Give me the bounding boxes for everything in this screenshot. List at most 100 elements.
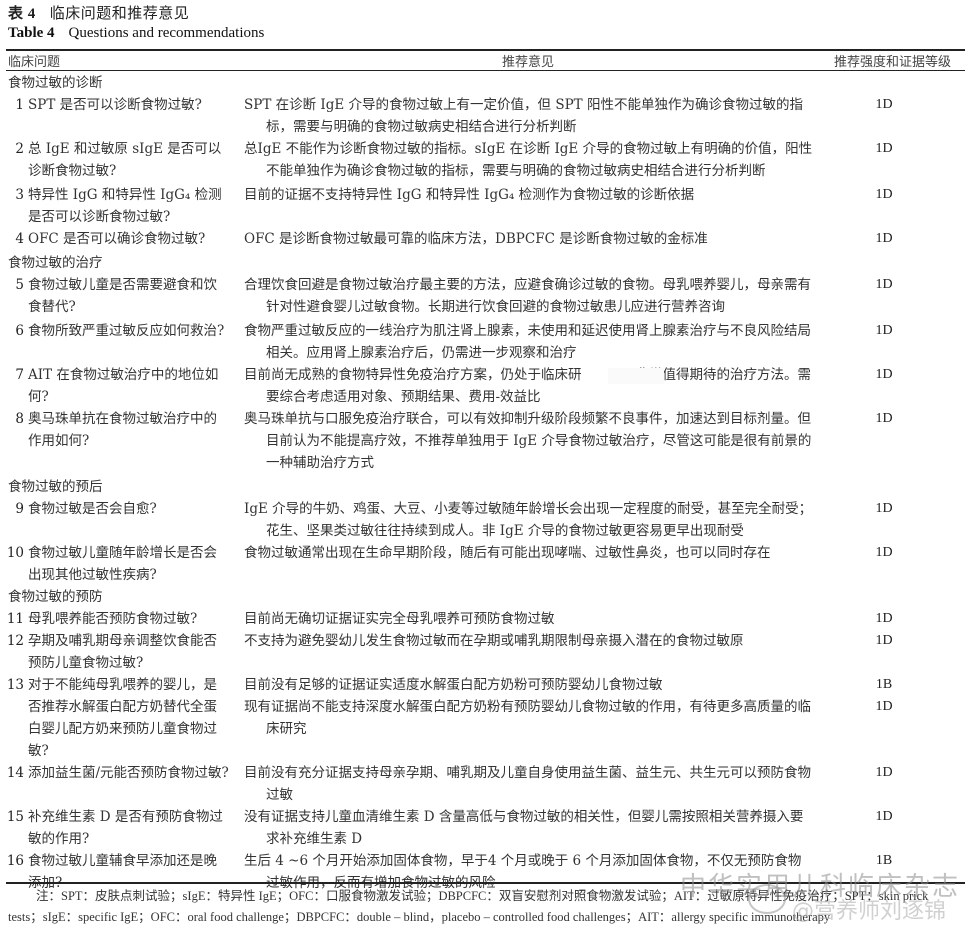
- question-text: 添加益生菌/元能否预防食物过敏?: [28, 765, 229, 781]
- section-title: 食物过敏的诊断: [8, 75, 103, 91]
- grade-value: 1B: [875, 677, 893, 692]
- question-number: 15: [6, 809, 24, 825]
- question-text: 对于不能纯母乳喂养的婴儿，是否推荐水解蛋白配方奶替代全蛋白婴儿配方奶来预防儿童食…: [28, 677, 217, 759]
- header-recommendation: 推荐意见: [502, 55, 555, 70]
- table-row: 11 母乳喂养能否预防食物过敏? 目前尚无确切证据证实完全母乳喂养可预防食物过敏 1D: [0, 608, 969, 630]
- grade-cell: 1D: [864, 94, 904, 138]
- table-row: 12 孕期及哺乳期母亲调整饮食能否预防儿童食物过敏? 不支持为避免婴幼儿发生食物过敏…: [0, 630, 969, 674]
- grade-cell: 1D: [864, 806, 904, 850]
- note-line-en: tests；sIgE：specific IgE；OFC：oral food ch…: [8, 910, 831, 924]
- question-number: 4: [15, 231, 24, 247]
- question-number: 8: [15, 411, 24, 427]
- table-title-cn: 表 4 临床问题和推荐意见: [8, 2, 189, 23]
- section-title: 食物过敏的治疗: [8, 255, 103, 271]
- grade-value: 1D: [875, 97, 893, 112]
- grade-cell: 1D: [864, 320, 904, 364]
- question-number: 5: [15, 277, 24, 293]
- grade-value: 1D: [875, 765, 893, 780]
- table-row: 1 SPT 是否可以诊断食物过敏? SPT 在诊断 IgE 介导的食物过敏上有一定价…: [0, 94, 969, 138]
- recommendation-cell: 总IgE 不能作为诊断食物过敏的指标。sIgE 在诊断 IgE 介导的食物过敏上…: [236, 138, 814, 184]
- recommendation-cell: 食物过敏通常出现在生命早期阶段，随后有可能出现哮喘、过敏性鼻炎，也可以同时存在: [236, 542, 814, 586]
- recommendation-text: 奥马珠单抗与口服免疫治疗联合，可以有效抑制升级阶段频繁不良事件，加速达到目标剂量…: [244, 411, 812, 471]
- question-text: 食物过敏儿童随年龄增长是否会出现其他过敏性疾病?: [28, 545, 217, 583]
- recommendations-table: 食物过敏的诊断 1 SPT 是否可以诊断食物过敏? SPT 在诊断 IgE 介导的食物…: [0, 72, 969, 894]
- question-number: 1: [15, 97, 24, 113]
- question-cell: 10 食物过敏儿童随年龄增长是否会出现其他过敏性疾病?: [0, 542, 236, 586]
- question-number: 12: [6, 633, 24, 649]
- redacted-area: [608, 368, 664, 384]
- question-cell: 12 孕期及哺乳期母亲调整饮食能否预防儿童食物过敏?: [0, 630, 236, 674]
- question-text: 特异性 IgG 和特异性 IgG₄ 检测是否可以诊断食物过敏?: [28, 187, 222, 225]
- recommendation-cell: 目前没有足够的证据证实适度水解蛋白配方奶粉可预防婴幼儿食物过敏 现有证据尚不能支持…: [236, 674, 814, 762]
- weibo-logo-icon: [748, 884, 786, 914]
- question-text: 奥马珠单抗在食物过敏治疗中的作用如何?: [28, 411, 217, 449]
- recommendation-cell: 不支持为避免婴幼儿发生食物过敏而在孕期或哺乳期限制母亲摄入潜在的食物过敏原: [236, 630, 814, 674]
- grade-cell: 1D: [864, 228, 904, 252]
- note-line-cn: 注：SPT：皮肤点刺试验；sIgE：特异性 IgE；OFC：口服食物激发试验；D…: [36, 889, 929, 903]
- question-cell: 8 奥马珠单抗在食物过敏治疗中的作用如何?: [0, 408, 236, 476]
- recommendation-cell: 目前尚无成熟的食物特异性免疫治疗方案，仍处于临床研 非常值得期待的治疗方法。需要…: [236, 364, 814, 408]
- table-row: 14 添加益生菌/元能否预防食物过敏? 目前没有充分证据支持母亲孕期、哺乳期及儿童自…: [0, 762, 969, 806]
- question-cell: 9 食物过敏是否会自愈?: [0, 498, 236, 542]
- question-cell: 5 食物过敏儿童是否需要避食和饮食替代?: [0, 274, 236, 320]
- question-text: 食物过敏是否会自愈?: [28, 501, 157, 517]
- table-row: 3 特异性 IgG 和特异性 IgG₄ 检测是否可以诊断食物过敏? 目前的证据不支持…: [0, 184, 969, 228]
- table-title-cn-text: 临床问题和推荐意见: [49, 4, 190, 22]
- question-number: 2: [15, 141, 24, 157]
- grade-value: 1D: [875, 231, 893, 246]
- question-text: 孕期及哺乳期母亲调整饮食能否预防儿童食物过敏?: [28, 633, 217, 671]
- question-text: 补充维生素 D 是否有预防食物过敏的作用?: [28, 809, 223, 847]
- question-cell: 2总 IgE 和过敏原 sIgE 是否可以诊断食物过敏?: [0, 138, 236, 184]
- recommendation-cell: 目前没有充分证据支持母亲孕期、哺乳期及儿童自身使用益生菌、益生元、共生元可以预防…: [236, 762, 814, 806]
- section-title: 食物过敏的预防: [8, 589, 103, 605]
- recommendation-text: 合理饮食回避是食物过敏治疗最主要的方法，应避食确诊过敏的食物。母乳喂养婴儿，母亲…: [244, 277, 811, 315]
- recommendation-text: 总IgE 不能作为诊断食物过敏的指标。sIgE 在诊断 IgE 介导的食物过敏上…: [244, 141, 813, 179]
- recommendation-text: 目前尚无确切证据证实完全母乳喂养可预防食物过敏: [244, 611, 555, 627]
- grade-value: 1D: [875, 699, 893, 714]
- table-row: 8 奥马珠单抗在食物过敏治疗中的作用如何? 奥马珠单抗与口服免疫治疗联合，可以有效抑…: [0, 408, 969, 476]
- grade-value: 1D: [875, 187, 893, 202]
- question-cell: 15 补充维生素 D 是否有预防食物过敏的作用?: [0, 806, 236, 850]
- recommendation-text: 没有证据支持儿童血清维生素 D 含量高低与食物过敏的相关性，但婴儿需按照相关营养…: [244, 809, 804, 847]
- grade-cell: 1D: [864, 138, 904, 184]
- question-text: 食物所致严重过敏反应如何救治?: [28, 323, 225, 339]
- question-number: 14: [6, 765, 24, 781]
- grade-cell: 1D: [864, 762, 904, 806]
- table-row: 7 AIT 在食物过敏治疗中的地位如何? 目前尚无成熟的食物特异性免疫治疗方案，仍处…: [0, 364, 969, 408]
- recommendation-cell: 食物严重过敏反应的一线治疗为肌注肾上腺素，未使用和延迟使用肾上腺素治疗与不良风险…: [236, 320, 814, 364]
- recommendation-text: 目前尚无成熟的食物特异性免疫治疗方案，仍处于临床研 非常值得期待的治疗方法。需要…: [244, 367, 811, 405]
- question-cell: 6 食物所致严重过敏反应如何救治?: [0, 320, 236, 364]
- grade-value: 1D: [875, 501, 893, 516]
- table-row: 9 食物过敏是否会自愈? IgE 介导的牛奶、鸡蛋、大豆、小麦等过敏随年龄增长会出现…: [0, 498, 969, 542]
- table-title-en: Table 4 Questions and recommendations: [8, 25, 264, 42]
- recommendation-cell: 目前尚无确切证据证实完全母乳喂养可预防食物过敏: [236, 608, 814, 630]
- recommendation-text: 目前没有充分证据支持母亲孕期、哺乳期及儿童自身使用益生菌、益生元、共生元可以预防…: [244, 765, 811, 803]
- question-cell: 14 添加益生菌/元能否预防食物过敏?: [0, 762, 236, 806]
- recommendation-text: 目前没有足够的证据证实适度水解蛋白配方奶粉可预防婴幼儿食物过敏: [244, 677, 663, 693]
- table-row: 13 对于不能纯母乳喂养的婴儿，是否推荐水解蛋白配方奶替代全蛋白婴儿配方奶来预防儿…: [0, 674, 969, 762]
- grade-value: 1D: [875, 809, 893, 824]
- grade-value: 1D: [875, 545, 893, 560]
- question-text: AIT 在食物过敏治疗中的地位如何?: [28, 367, 219, 405]
- grade-value: 1B: [875, 853, 893, 868]
- table-row: 5 食物过敏儿童是否需要避食和饮食替代? 合理饮食回避是食物过敏治疗最主要的方法，应…: [0, 274, 969, 320]
- header-grade: 推荐强度和证据等级: [834, 55, 952, 70]
- grade-cell: 1D: [864, 364, 904, 408]
- table-row: 2总 IgE 和过敏原 sIgE 是否可以诊断食物过敏? 总IgE 不能作为诊断食…: [0, 138, 969, 184]
- question-number: 7: [15, 367, 24, 383]
- recommendation-text: OFC 是诊断食物过敏最可靠的临床方法，DBPCFC 是诊断食物过敏的金标准: [244, 231, 708, 247]
- question-text: OFC 是否可以确诊食物过敏?: [28, 231, 206, 247]
- table-note: 注：SPT：皮肤点刺试验；sIgE：特异性 IgE；OFC：口服食物激发试验；D…: [8, 886, 963, 928]
- question-text: 食物过敏儿童是否需要避食和饮食替代?: [28, 277, 217, 315]
- table-row: 15 补充维生素 D 是否有预防食物过敏的作用? 没有证据支持儿童血清维生素 D 含…: [0, 806, 969, 850]
- grade-cell: 1B 1D: [864, 674, 904, 762]
- question-number: 6: [15, 323, 24, 339]
- question-number: 10: [6, 545, 24, 561]
- grade-value: 1D: [875, 367, 893, 382]
- recommendation-cell: 目前的证据不支持特异性 IgG 和特异性 IgG₄ 检测作为食物过敏的诊断依据: [236, 184, 814, 228]
- question-text: SPT 是否可以诊断食物过敏?: [28, 97, 202, 113]
- recommendation-text: 目前的证据不支持特异性 IgG 和特异性 IgG₄ 检测作为食物过敏的诊断依据: [244, 187, 695, 203]
- grade-cell: 1D: [864, 274, 904, 320]
- recommendation-text: 食物过敏通常出现在生命早期阶段，随后有可能出现哮喘、过敏性鼻炎，也可以同时存在: [244, 545, 771, 561]
- table-number-cn: 表 4: [8, 6, 36, 22]
